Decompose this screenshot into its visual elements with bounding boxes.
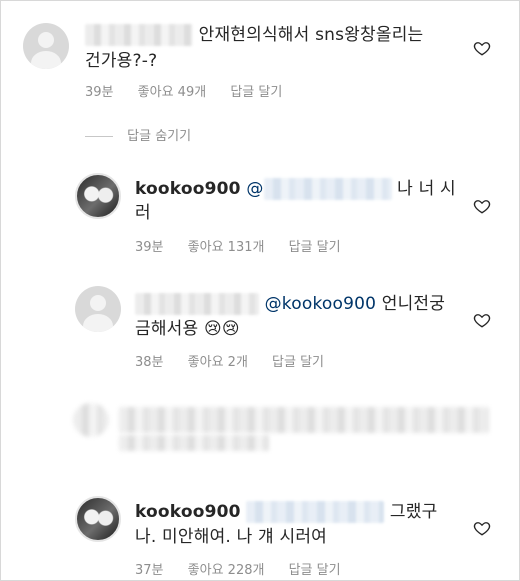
divider xyxy=(85,136,113,137)
avatar[interactable] xyxy=(23,23,69,69)
hide-replies-button[interactable]: 답글 숨기기 xyxy=(85,125,191,144)
avatar[interactable] xyxy=(75,173,121,219)
like-count[interactable]: 좋아요 2개 xyxy=(188,355,248,370)
comment-text-line2: 나. 미안해여. 나 걔 시러여 xyxy=(135,527,328,547)
comment-text-line2: 금해서용 😢😢 xyxy=(135,317,240,341)
like-count[interactable]: 좋아요 131개 xyxy=(188,240,265,255)
comment-thread: 안재현의식해서 sns왕창올리는 건가용?-? 39분 좋아요 49개 답글 달… xyxy=(0,0,520,581)
like-count[interactable]: 좋아요 228개 xyxy=(188,563,265,578)
blurred-text-line2 xyxy=(119,435,269,451)
comment-meta: 39분 좋아요 131개 답글 달기 xyxy=(135,236,361,255)
blurred-mention xyxy=(246,501,385,523)
heart-icon[interactable] xyxy=(473,519,491,537)
comment-body: 나 너 시 xyxy=(397,179,456,199)
comment-text-line2: 건가용?-? xyxy=(85,51,158,71)
reply-button[interactable]: 답글 달기 xyxy=(289,240,341,255)
comment-text: 안재현의식해서 sns왕창올리는 xyxy=(85,23,423,47)
comment-body-line2: 금해서용 xyxy=(135,319,199,339)
comment-text: kookoo900 @ 나 너 시 xyxy=(135,177,456,201)
mention-start: @ xyxy=(246,179,264,199)
blurred-username xyxy=(135,293,259,315)
reply-button[interactable]: 답글 달기 xyxy=(230,85,282,100)
hide-replies-label: 답글 숨기기 xyxy=(127,129,192,144)
crying-emoji: 😢😢 xyxy=(203,319,240,339)
reply-button[interactable]: 답글 달기 xyxy=(289,563,341,578)
heart-icon[interactable] xyxy=(473,311,491,329)
timestamp: 38분 xyxy=(135,355,164,370)
username[interactable]: kookoo900 xyxy=(135,179,241,199)
avatar[interactable] xyxy=(75,496,121,542)
avatar[interactable] xyxy=(75,286,121,332)
comment-body: 그랬구 xyxy=(389,502,438,522)
heart-icon[interactable] xyxy=(473,39,491,57)
comment-body: 안재현의식해서 sns왕창올리는 xyxy=(198,25,424,45)
timestamp: 39분 xyxy=(135,240,164,255)
reply-button[interactable]: 답글 달기 xyxy=(272,355,324,370)
comment-meta: 37분 좋아요 228개 답글 달기 xyxy=(135,559,361,578)
blurred-avatar xyxy=(73,403,109,437)
blurred-text xyxy=(119,407,489,433)
comment-body: 언니전궁 xyxy=(381,294,446,314)
comment-text-line2: 러 xyxy=(135,203,151,223)
heart-icon[interactable] xyxy=(473,197,491,215)
blurred-username xyxy=(85,24,193,46)
username[interactable]: kookoo900 xyxy=(135,502,241,522)
mention[interactable]: @kookoo900 xyxy=(265,294,377,314)
timestamp: 39분 xyxy=(85,85,114,100)
comment-meta: 39분 좋아요 49개 답글 달기 xyxy=(85,81,302,100)
timestamp: 37분 xyxy=(135,563,164,578)
blurred-mention xyxy=(263,178,392,200)
comment-text: kookoo900 그랬구 xyxy=(135,500,437,524)
comment-text: @kookoo900 언니전궁 xyxy=(135,292,445,316)
like-count[interactable]: 좋아요 49개 xyxy=(138,85,207,100)
comment-meta: 38분 좋아요 2개 답글 달기 xyxy=(135,351,344,370)
